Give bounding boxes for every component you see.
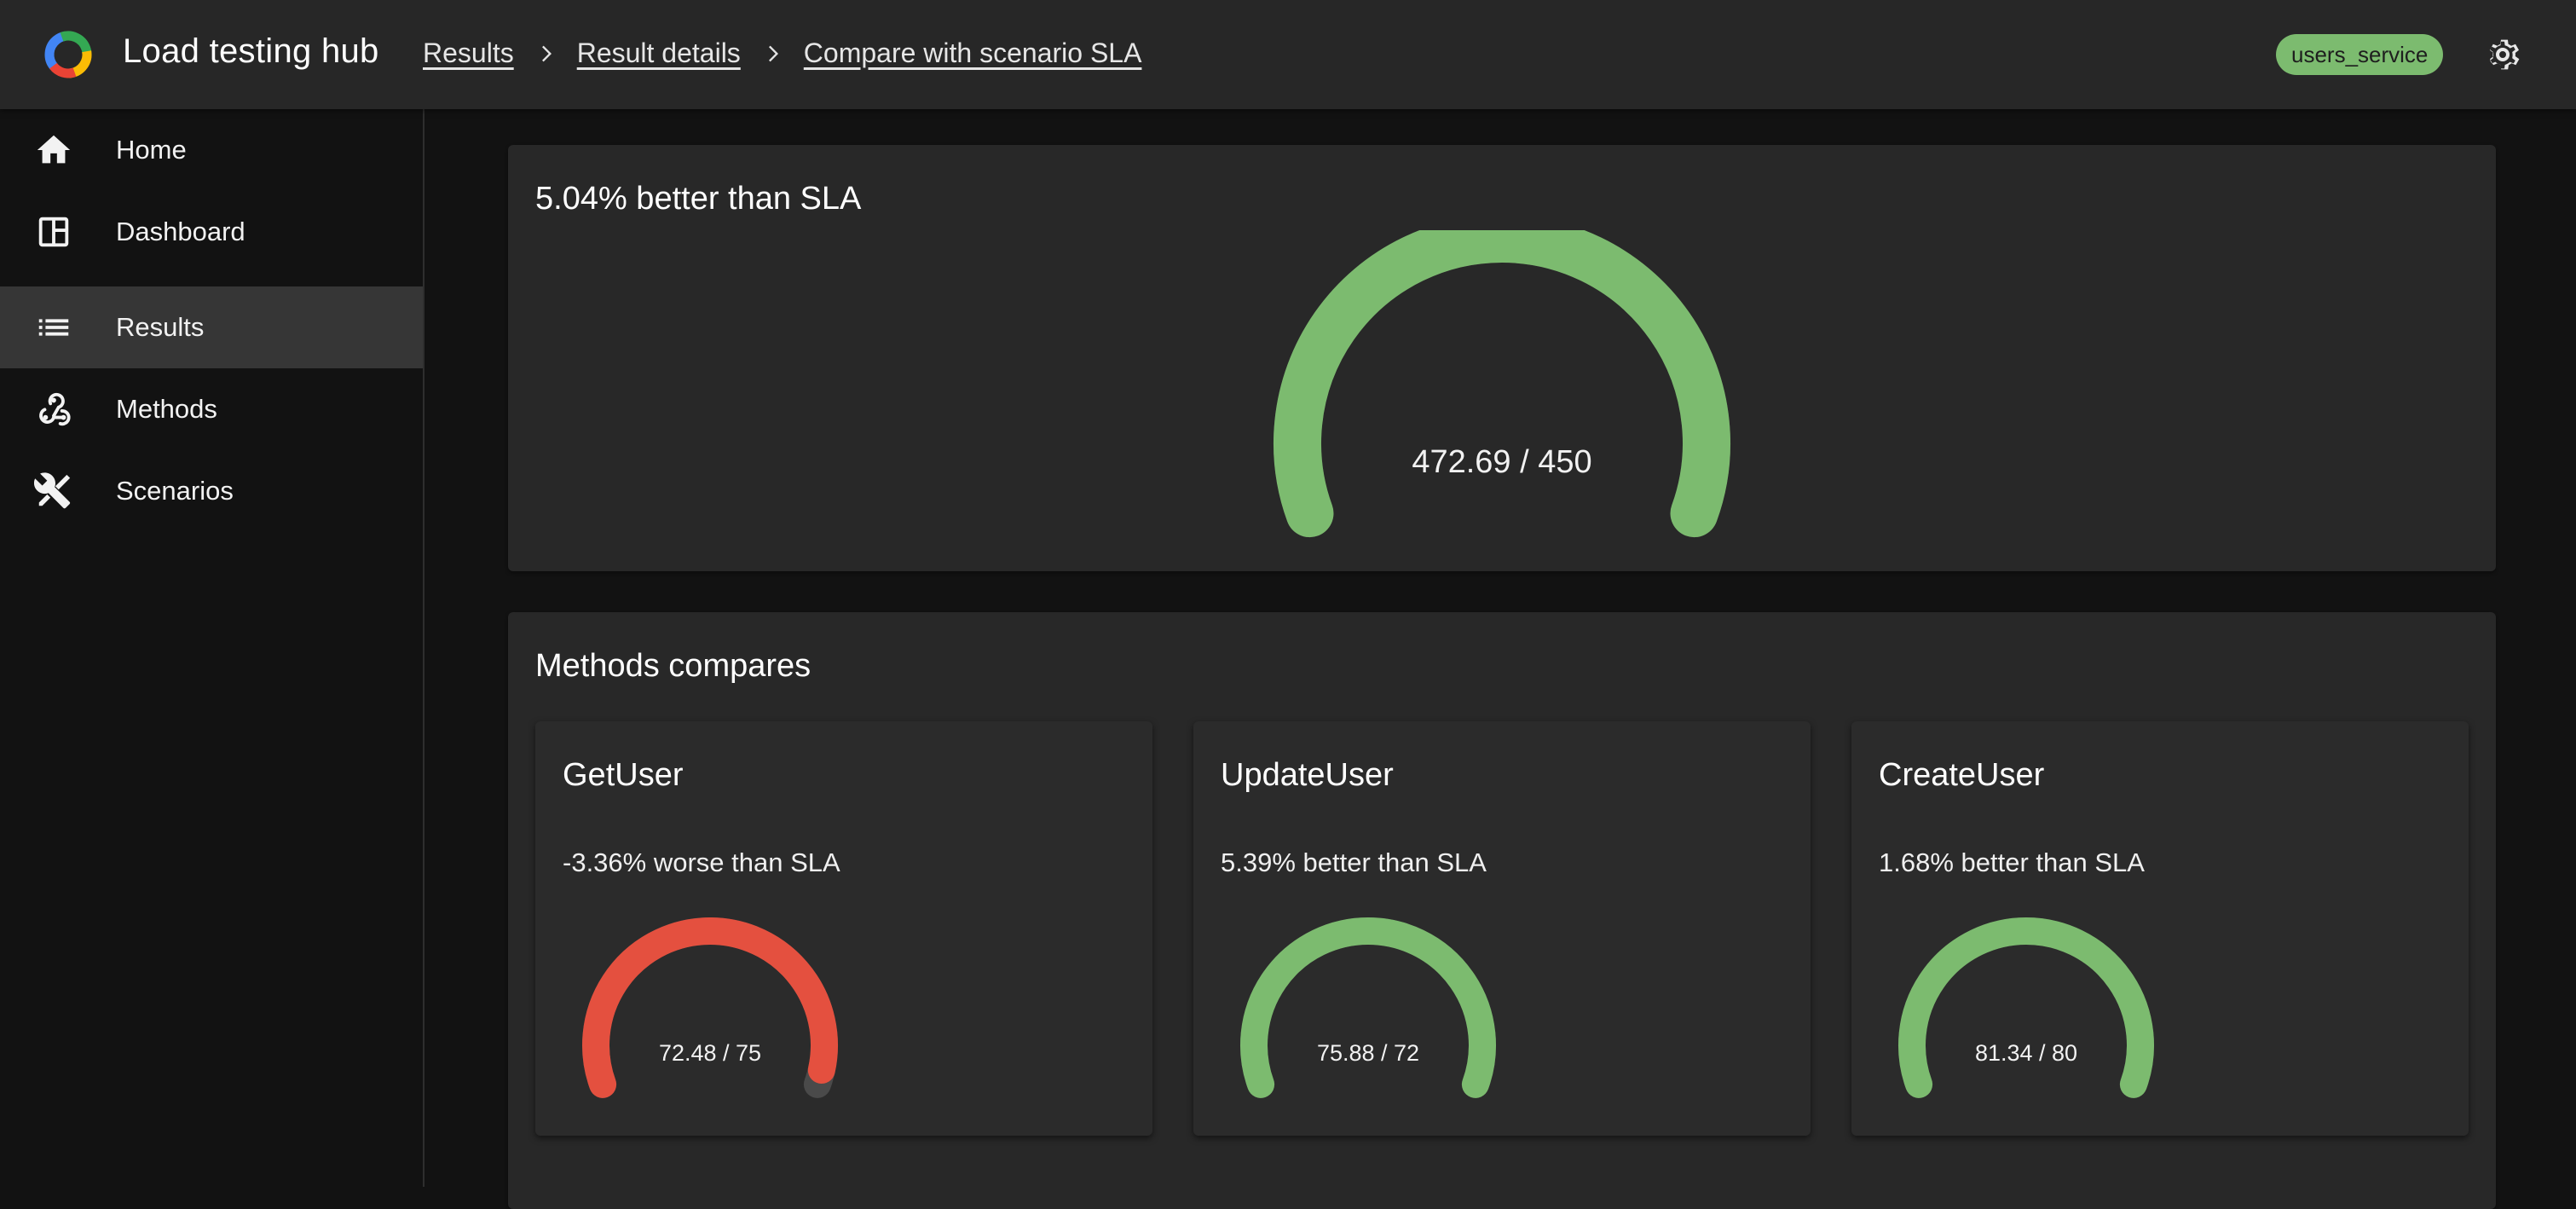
list-icon bbox=[38, 319, 69, 336]
chevron-right-icon bbox=[741, 42, 804, 66]
app-logo-icon[interactable] bbox=[41, 27, 95, 82]
summary-card: 5.04% better than SLA 472.69 / 450 bbox=[508, 145, 2496, 571]
gauge-value-label: 72.48 / 75 bbox=[659, 1040, 761, 1066]
method-gauge: 81.34 / 80 bbox=[1898, 917, 2154, 1098]
sidebar-item-label: Results bbox=[116, 312, 205, 342]
dashboard-icon bbox=[38, 217, 69, 247]
method-gauge: 72.48 / 75 bbox=[582, 917, 838, 1098]
sidebar-item-label: Home bbox=[116, 135, 187, 165]
sidebar-item-results[interactable]: Results bbox=[0, 286, 423, 368]
gauge-value-label: 81.34 / 80 bbox=[1975, 1040, 2077, 1066]
webhook-icon bbox=[39, 392, 71, 426]
method-gauge: 75.88 / 72 bbox=[1240, 917, 1496, 1098]
methods-card: Methods compares GetUser -3.36% worse th… bbox=[508, 612, 2496, 1209]
summary-gauge: 472.69 / 450 bbox=[1274, 230, 1730, 538]
service-badge: users_service bbox=[2276, 34, 2444, 75]
app-bar: Load testing hub Results Result details … bbox=[0, 0, 2576, 109]
gauge-value-label: 472.69 / 450 bbox=[1412, 444, 1591, 480]
methods-title: Methods compares bbox=[535, 648, 811, 684]
method-card-getuser: GetUser -3.36% worse than SLA 72.48 / 75 bbox=[535, 721, 1152, 1136]
sidebar-item-methods[interactable]: Methods bbox=[0, 368, 423, 450]
breadcrumb-result-details[interactable]: Result details bbox=[577, 38, 741, 69]
sidebar-item-label: Methods bbox=[116, 394, 217, 424]
tools-icon bbox=[34, 472, 71, 509]
sidebar-item-scenarios[interactable]: Scenarios bbox=[0, 450, 423, 532]
app-title: Load testing hub bbox=[123, 32, 379, 70]
sidebar-item-dashboard[interactable]: Dashboard bbox=[0, 191, 423, 273]
sidebar-item-home[interactable]: Home bbox=[0, 109, 423, 191]
breadcrumb: Results Result details Compare with scen… bbox=[423, 38, 1141, 69]
method-card-updateuser: UpdateUser 5.39% better than SLA 75.88 /… bbox=[1193, 721, 1811, 1136]
method-name: UpdateUser bbox=[1221, 757, 1394, 793]
method-name: CreateUser bbox=[1879, 757, 2045, 793]
summary-title: 5.04% better than SLA bbox=[535, 181, 862, 217]
sidebar-item-label: Dashboard bbox=[116, 217, 245, 246]
gauge-value-label: 75.88 / 72 bbox=[1317, 1040, 1419, 1066]
method-card-createuser: CreateUser 1.68% better than SLA 81.34 /… bbox=[1851, 721, 2469, 1136]
sidebar: Home Dashboard Results Methods Scenarios bbox=[0, 109, 425, 1187]
method-sla-status: 5.39% better than SLA bbox=[1221, 847, 1487, 877]
home-icon bbox=[37, 135, 71, 164]
breadcrumb-results[interactable]: Results bbox=[423, 38, 514, 69]
sidebar-item-label: Scenarios bbox=[116, 476, 234, 506]
method-name: GetUser bbox=[563, 757, 684, 793]
chevron-right-icon bbox=[514, 42, 577, 66]
gear-icon[interactable] bbox=[2482, 34, 2523, 75]
method-sla-status: -3.36% worse than SLA bbox=[563, 847, 840, 877]
method-sla-status: 1.68% better than SLA bbox=[1879, 847, 2145, 877]
breadcrumb-compare-sla[interactable]: Compare with scenario SLA bbox=[804, 38, 1142, 69]
